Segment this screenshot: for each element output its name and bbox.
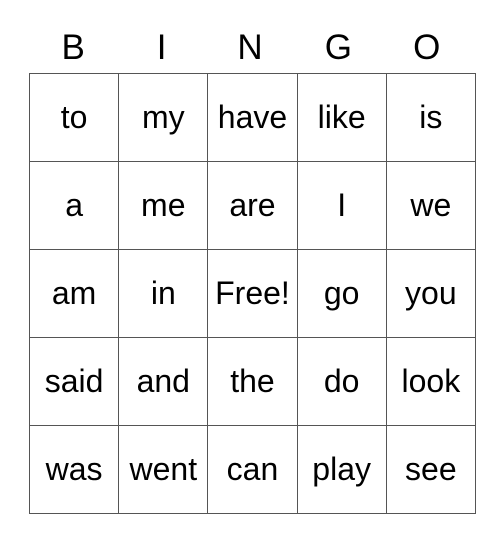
bingo-cell[interactable]: I — [296, 161, 387, 250]
bingo-cell[interactable]: have — [207, 73, 298, 162]
bingo-cell[interactable]: you — [385, 249, 476, 338]
bingo-cell[interactable]: went — [118, 425, 209, 514]
bingo-cell[interactable]: was — [28, 425, 120, 514]
bingo-cell[interactable]: play — [296, 425, 387, 514]
bingo-cell[interactable]: do — [296, 337, 387, 426]
bingo-cell[interactable]: said — [28, 337, 120, 426]
bingo-cell[interactable]: see — [385, 425, 476, 514]
grid-row: said and the do look — [28, 337, 476, 426]
bingo-cell[interactable]: a — [28, 161, 120, 250]
bingo-cell[interactable]: like — [296, 73, 387, 162]
bingo-header: B I N G O — [29, 26, 471, 70]
header-letter-b: B — [61, 28, 85, 67]
header-letter-n: N — [237, 28, 263, 67]
bingo-cell[interactable]: look — [385, 337, 476, 426]
header-letter-i: I — [156, 28, 167, 67]
bingo-cell[interactable]: can — [207, 425, 298, 514]
bingo-cell[interactable]: is — [385, 73, 476, 162]
bingo-card-grid: to my have like is a me are I we am in F… — [28, 73, 476, 514]
header-letter-g: G — [324, 28, 352, 67]
bingo-cell[interactable]: and — [118, 337, 209, 426]
grid-row: am in Free! go you — [28, 249, 476, 338]
free-space-cell[interactable]: Free! — [207, 249, 298, 338]
bingo-cell[interactable]: the — [207, 337, 298, 426]
bingo-cell[interactable]: to — [28, 73, 120, 162]
bingo-cell[interactable]: are — [207, 161, 298, 250]
bingo-cell[interactable]: my — [118, 73, 209, 162]
bingo-cell[interactable]: me — [118, 161, 209, 250]
grid-row: a me are I we — [28, 161, 476, 250]
bingo-cell[interactable]: we — [385, 161, 476, 250]
grid-row: to my have like is — [28, 73, 476, 162]
bingo-cell[interactable]: in — [118, 249, 209, 338]
grid-row: was went can play see — [28, 425, 476, 514]
bingo-cell[interactable]: go — [296, 249, 387, 338]
bingo-cell[interactable]: am — [28, 249, 120, 338]
header-letter-o: O — [413, 28, 441, 67]
